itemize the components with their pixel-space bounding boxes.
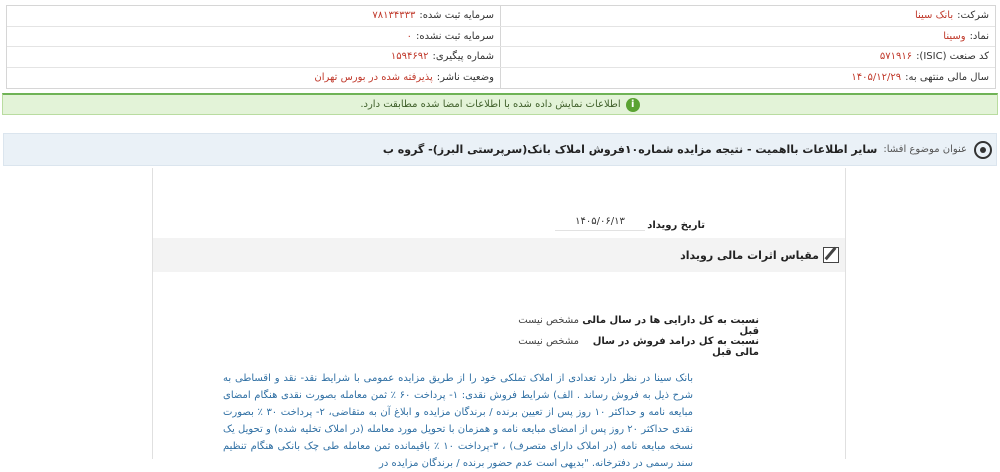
tracking-value: ۱۵۹۴۶۹۲ xyxy=(390,51,429,63)
subject-label: عنوان موضوع افشا: xyxy=(883,144,967,155)
isic-cell: کد صنعت (ISIC): ۵۷۱۹۱۶ xyxy=(501,47,995,67)
ratio-label: نسبت به کل درامد فروش در سال مالی قبل xyxy=(592,336,759,358)
info-icon: i xyxy=(625,97,640,112)
unregistered-capital-cell: سرمایه ثبت نشده: ۰ xyxy=(7,26,501,46)
ratio-label: نسبت به کل دارایی ها در سال مالی قبل xyxy=(582,315,759,337)
subject-title: سایر اطلاعات بااهمیت - نتیجه مزایده شمار… xyxy=(382,143,878,156)
info-row: نماد: وسینا سرمایه ثبت نشده: ۰ xyxy=(7,26,995,47)
ratio-row-revenue: نسبت به کل درامد فروش در سال مالی قبل مش… xyxy=(459,336,759,358)
subject-bar: عنوان موضوع افشا: سایر اطلاعات بااهمیت -… xyxy=(3,133,997,166)
isic-label: کد صنعت (ISIC): xyxy=(916,51,989,63)
event-date-value: ۱۴۰۵/۰۶/۱۳ xyxy=(555,216,645,231)
ratio-value: مشخص نیست xyxy=(518,336,579,347)
info-row: شرکت: بانک سینا سرمایه ثبت شده: ۷۸۱۳۴۳۳۳ xyxy=(7,6,995,27)
section-header: مقیاس اثرات مالی رویداد xyxy=(153,238,845,272)
symbol-value[interactable]: وسینا xyxy=(943,31,965,42)
fiscal-year-value: ۱۴۰۵/۱۲/۲۹ xyxy=(851,72,902,84)
ratio-value: مشخص نیست xyxy=(518,315,579,326)
info-row: سال مالی منتهی به: ۱۴۰۵/۱۲/۲۹ وضعیت ناشر… xyxy=(7,67,995,89)
ratio-row-assets: نسبت به کل دارایی ها در سال مالی قبل مشخ… xyxy=(459,315,759,337)
company-value[interactable]: بانک سینا xyxy=(915,10,953,21)
content-panel: تاریخ رویداد ۱۴۰۵/۰۶/۱۳ مقیاس اثرات مالی… xyxy=(152,168,846,469)
verification-notice: i اطلاعات نمایش داده شده با اطلاعات امضا… xyxy=(2,93,998,115)
unregistered-capital-label: سرمایه ثبت نشده: xyxy=(416,30,494,42)
tracking-cell: شماره پیگیری: ۱۵۹۴۶۹۲ xyxy=(7,47,501,67)
publisher-status-label: وضعیت ناشر: xyxy=(436,72,494,84)
target-icon xyxy=(974,140,992,159)
registered-capital-value: ۷۸۱۳۴۳۳۳ xyxy=(372,10,416,22)
symbol-cell: نماد: وسینا xyxy=(501,27,995,47)
info-row: کد صنعت (ISIC): ۵۷۱۹۱۶ شماره پیگیری: ۱۵۹… xyxy=(7,47,995,68)
fiscal-year-cell: سال مالی منتهی به: ۱۴۰۵/۱۲/۲۹ xyxy=(501,68,995,89)
section-title: مقیاس اثرات مالی رویداد xyxy=(680,248,819,262)
edit-icon xyxy=(823,247,839,263)
isic-value: ۵۷۱۹۱۶ xyxy=(879,51,913,63)
publisher-status-cell: وضعیت ناشر: پذیرفته شده در بورس تهران xyxy=(7,67,501,88)
tracking-label: شماره پیگیری: xyxy=(432,51,494,63)
unregistered-capital-value: ۰ xyxy=(406,30,413,42)
registered-capital-cell: سرمایه ثبت شده: ۷۸۱۳۴۳۳۳ xyxy=(7,6,501,26)
company-cell: شرکت: بانک سینا xyxy=(501,6,995,26)
event-date-label: تاریخ رویداد xyxy=(647,220,705,231)
company-info-table: شرکت: بانک سینا سرمایه ثبت شده: ۷۸۱۳۴۳۳۳… xyxy=(6,5,996,89)
symbol-label: نماد: xyxy=(969,30,989,42)
company-label: شرکت: xyxy=(957,10,989,22)
notice-text: اطلاعات نمایش داده شده با اطلاعات امضا ش… xyxy=(360,99,621,110)
event-description: بانک سینا در نظر دارد تعدادی از املاک تم… xyxy=(223,373,694,469)
fiscal-year-label: سال مالی منتهی به: xyxy=(905,72,989,84)
registered-capital-label: سرمایه ثبت شده: xyxy=(419,10,494,22)
publisher-status-value: پذیرفته شده در بورس تهران xyxy=(314,72,433,84)
